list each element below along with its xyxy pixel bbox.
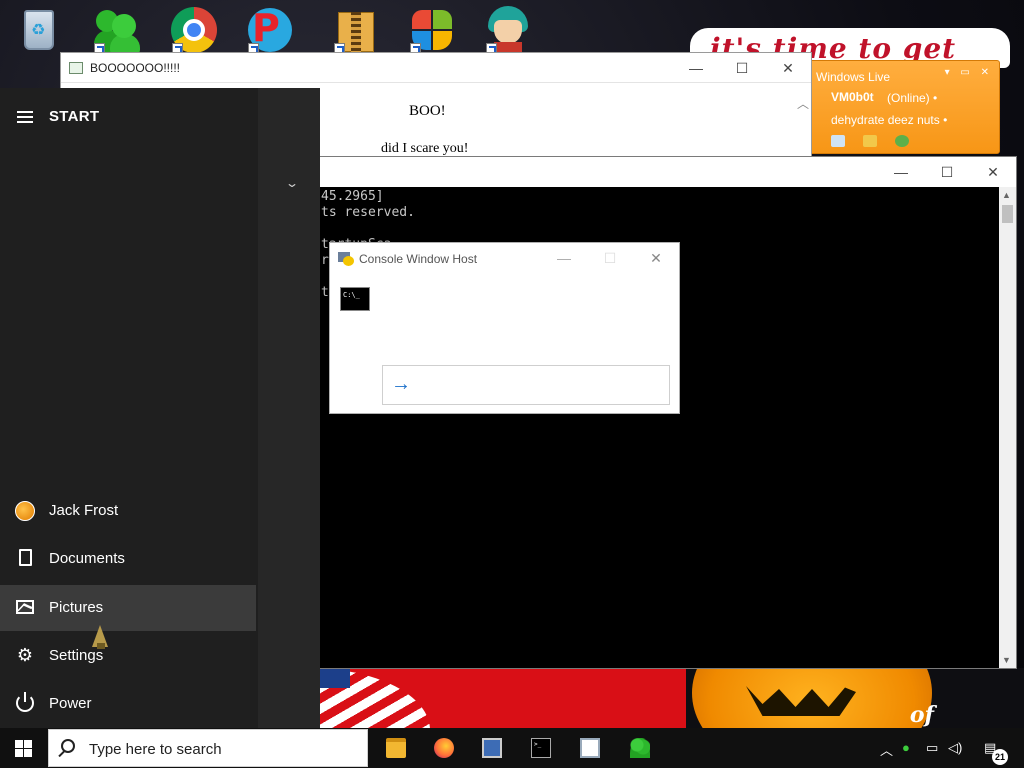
maximize-button[interactable]: ☐ xyxy=(719,53,765,83)
taskbar-messenger[interactable] xyxy=(616,728,664,768)
start-item-label: Jack Frost xyxy=(49,502,119,519)
windows-live-title: Windows Live xyxy=(816,70,891,84)
user-avatar xyxy=(15,501,35,521)
start-item-settings[interactable]: ⚙ Settings xyxy=(0,633,256,679)
start-item-pictures[interactable]: Pictures xyxy=(0,585,256,631)
pictures-icon xyxy=(16,600,34,614)
system-tray: ︿ ● ▭ ◁) ▤ 21 xyxy=(874,728,1024,768)
hamburger-menu-icon[interactable] xyxy=(17,111,33,123)
boo-heading: BOO! xyxy=(409,103,446,119)
taskbar-monitor-app[interactable] xyxy=(468,728,516,768)
messenger-icon[interactable] xyxy=(92,6,140,54)
close-button[interactable]: ✕ xyxy=(765,53,811,83)
cwh-title: Console Window Host xyxy=(359,252,478,266)
search-icon xyxy=(61,739,75,753)
start-item-label: Documents xyxy=(49,550,125,567)
minimize-button[interactable]: — xyxy=(541,243,587,273)
window-icon xyxy=(69,62,83,74)
window-app-icon xyxy=(580,738,600,758)
windows-shield-icon[interactable] xyxy=(408,6,456,54)
firefox-icon xyxy=(434,738,454,758)
start-item-documents[interactable]: Documents xyxy=(0,536,256,582)
windows-live-widget[interactable]: Windows Live ▾ ▭ ✕ VM0b0t (Online) • deh… xyxy=(808,60,1000,154)
volume-icon[interactable]: ◁) xyxy=(948,740,962,756)
close-button[interactable]: ✕ xyxy=(970,157,1016,187)
p-game-icon[interactable]: P xyxy=(246,6,294,54)
messenger-tray-icon[interactable]: ● xyxy=(902,740,910,755)
notification-count-badge: 21 xyxy=(992,749,1008,765)
close-button[interactable]: ✕ xyxy=(633,243,679,273)
globe-icon[interactable] xyxy=(895,135,909,147)
start-item-user[interactable]: Jack Frost xyxy=(0,488,256,534)
recycle-bin-icon[interactable] xyxy=(16,6,64,54)
console-titlebar[interactable]: — ☐ ✕ xyxy=(319,157,1016,187)
wallpaper-flag xyxy=(320,668,686,730)
taskbar-search-box[interactable]: Type here to search xyxy=(48,729,368,767)
wallpaper-pumpkin: of xyxy=(686,668,1024,730)
network-icon[interactable]: ▭ xyxy=(926,740,938,756)
start-item-power[interactable]: Power xyxy=(0,681,256,727)
scroll-up-icon[interactable]: ▲ xyxy=(1002,190,1011,200)
anime-character-icon[interactable] xyxy=(484,6,532,54)
search-placeholder: Type here to search xyxy=(89,741,222,758)
console-host-icon xyxy=(338,250,354,266)
scroll-down-icon[interactable]: ▼ xyxy=(1002,655,1011,665)
windows-live-controls[interactable]: ▾ ▭ ✕ xyxy=(945,67,993,78)
windows-logo-icon xyxy=(15,740,32,757)
start-item-label: Pictures xyxy=(49,599,104,616)
chevron-up-icon[interactable]: ︿ xyxy=(880,740,893,759)
windows-live-status[interactable]: (Online) • xyxy=(887,91,937,105)
windows-live-actions xyxy=(831,135,909,147)
taskbar: Type here to search >_ ︿ ● ▭ ◁) ▤ 21 xyxy=(0,728,1024,768)
cwh-titlebar[interactable]: Console Window Host — ☐ ✕ xyxy=(330,243,679,273)
mail-icon[interactable] xyxy=(831,135,845,147)
cmd-icon: C:\_ xyxy=(340,287,370,311)
taskbar-window-app[interactable] xyxy=(566,728,614,768)
chrome-icon[interactable] xyxy=(170,6,218,54)
file-explorer-icon xyxy=(386,738,406,758)
start-item-label: Power xyxy=(49,695,92,712)
console-window-host-dialog: Console Window Host — ☐ ✕ C:\_ → xyxy=(329,242,680,414)
monitor-app-icon xyxy=(482,738,502,758)
gear-icon: ⚙ xyxy=(16,645,34,665)
minimize-button[interactable]: — xyxy=(673,53,719,83)
chevron-down-icon[interactable]: ⌄ xyxy=(285,176,299,190)
messenger-icon xyxy=(630,738,650,758)
document-icon xyxy=(19,549,32,566)
taskbar-file-explorer[interactable] xyxy=(372,728,420,768)
arrow-right-icon: → xyxy=(391,373,411,395)
start-button[interactable] xyxy=(0,728,48,768)
zip-folder-icon[interactable] xyxy=(332,6,380,54)
console-scrollbar[interactable]: ▲ ▼ xyxy=(999,187,1016,668)
maximize-button[interactable]: ☐ xyxy=(924,157,970,187)
console-host-prompt-button[interactable]: → xyxy=(382,365,670,405)
start-menu-header[interactable]: START xyxy=(49,108,99,125)
taskbar-cmd[interactable]: >_ xyxy=(517,728,565,768)
windows-live-username[interactable]: VM0b0t xyxy=(831,90,874,104)
mouse-cursor-icon xyxy=(92,625,108,651)
scroll-up-icon[interactable]: ︿ xyxy=(797,95,809,112)
power-icon xyxy=(16,692,34,712)
boo-window-title: BOOOOOOO!!!!! xyxy=(90,61,181,75)
folder-icon[interactable] xyxy=(863,135,877,147)
windows-live-message[interactable]: dehydrate deez nuts • xyxy=(831,113,947,127)
cmd-icon: >_ xyxy=(531,738,551,758)
start-menu: START ⌄ Jack Frost Documents Pictures ⚙ … xyxy=(0,88,320,728)
scroll-thumb[interactable] xyxy=(1002,205,1013,223)
start-menu-rail xyxy=(0,88,258,728)
minimize-button[interactable]: — xyxy=(878,157,924,187)
boo-message: did I scare you! xyxy=(381,141,469,156)
taskbar-firefox[interactable] xyxy=(420,728,468,768)
maximize-button: ☐ xyxy=(603,250,617,266)
boo-titlebar[interactable]: BOOOOOOO!!!!! — ☐ ✕ xyxy=(61,53,811,83)
